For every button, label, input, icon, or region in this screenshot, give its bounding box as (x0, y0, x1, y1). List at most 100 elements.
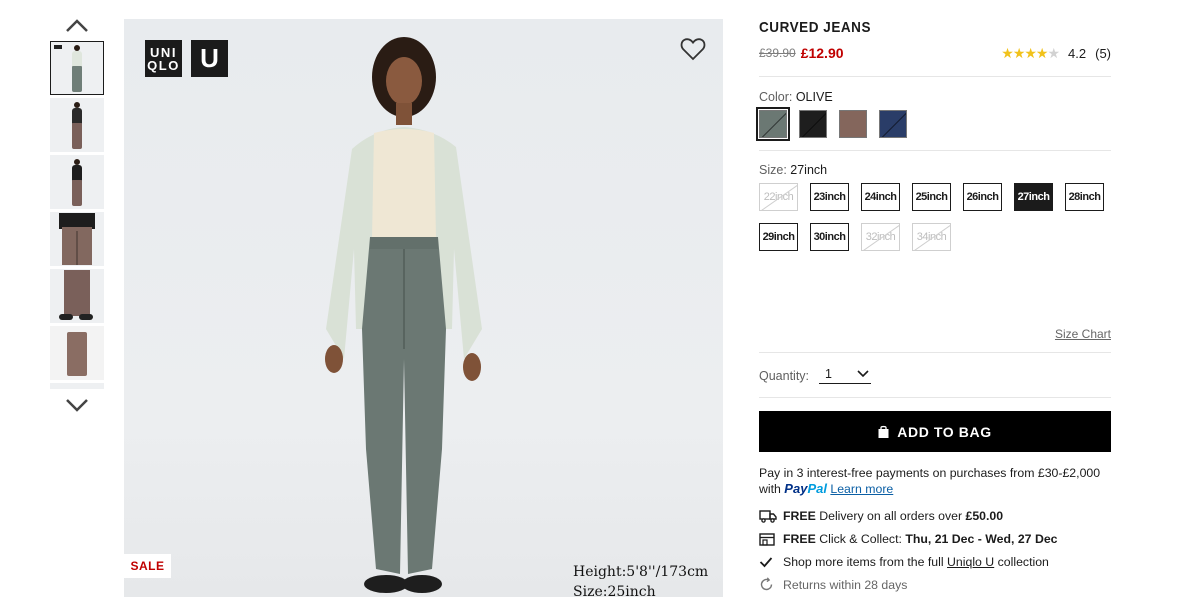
shop-more-row: Shop more items from the full Uniqlo U c… (759, 550, 1111, 573)
delivery-info: FREE Delivery on all orders over £50.00 … (759, 504, 1111, 596)
u-logo: U (191, 40, 228, 77)
color-swatches (756, 107, 1111, 141)
quantity-value: 1 (825, 367, 832, 381)
thumbnail-2[interactable] (50, 98, 104, 152)
review-count[interactable]: (5) (1095, 46, 1111, 61)
divider (759, 76, 1111, 77)
add-to-bag-label: ADD TO BAG (897, 423, 992, 440)
uniqlo-u-logo: UNI QLO U (145, 40, 228, 77)
free-label: FREE (783, 508, 816, 523)
thumbnail-4[interactable] (50, 212, 104, 266)
returns-icon (759, 577, 783, 592)
product-info-panel: CURVED JEANS £39.90 £12.90 ★★★★★ 4.2 (5)… (756, 19, 1111, 596)
quantity-label: Quantity: (759, 368, 810, 383)
sale-badge: SALE (124, 554, 171, 578)
original-price: £39.90 (759, 46, 796, 60)
chevron-up-icon (66, 19, 88, 32)
size-label-row: Size: 27inch (759, 163, 1111, 177)
size-option-28inch[interactable]: 28inch (1065, 183, 1104, 211)
thumbnail-list (48, 41, 106, 389)
thumb-legs (72, 180, 82, 206)
free-delivery-row: FREE Delivery on all orders over £50.00 (759, 504, 1111, 527)
truck-icon (759, 509, 783, 523)
chevron-down-icon (66, 399, 88, 412)
model-height-text: Height:5'8''/173cm (573, 564, 709, 580)
paypal-with: with (759, 482, 781, 496)
size-options: 22inch 23inch 24inch 25inch 26inch 27inch 28in… (759, 183, 1111, 251)
thumb-torso (72, 108, 82, 124)
add-to-bag-button[interactable]: ADD TO BAG (759, 411, 1111, 452)
size-option-22inch[interactable]: 22inch (759, 183, 798, 211)
rating-stars-icon: ★★★★★ (1001, 44, 1060, 61)
store-icon (759, 532, 783, 546)
thumb-torso (72, 51, 82, 67)
thumbnails-up-arrow[interactable] (48, 16, 106, 38)
delivery-threshold: £50.00 (965, 508, 1004, 523)
delivery-text: Delivery on all orders over (819, 508, 963, 523)
learn-more-link[interactable]: Learn more (830, 482, 893, 496)
rating-value: 4.2 (1068, 45, 1087, 61)
paypal-text: Pay in 3 interest-free payments on purch… (759, 466, 1101, 480)
thumb-legs (67, 332, 87, 376)
shop-more-text: Shop more items from the full (783, 554, 944, 569)
shop-more-suffix: collection (997, 554, 1049, 569)
divider (759, 397, 1111, 398)
uniqlo-logo: UNI QLO (145, 40, 182, 77)
thumbnail-6[interactable] (50, 326, 104, 380)
price-row: £39.90 £12.90 ★★★★★ 4.2 (5) (759, 45, 1111, 62)
returns-text: Returns within 28 days (783, 577, 908, 592)
swatch-brown[interactable] (839, 110, 867, 138)
thumbnail-3[interactable] (50, 155, 104, 209)
quantity-row: Quantity: 1 (759, 367, 1111, 384)
size-chart-link[interactable]: Size Chart (759, 327, 1111, 341)
size-option-23inch[interactable]: 23inch (810, 183, 849, 211)
checkmark-icon (759, 556, 783, 568)
main-product-image[interactable]: UNI QLO U SALE Height:5'8''/173cm Size:2… (124, 19, 723, 597)
swatch-black[interactable] (799, 110, 827, 138)
uniqlo-u-link[interactable]: Uniqlo U (947, 555, 994, 569)
model-size-text: Size:25inch (573, 584, 656, 597)
color-label-row: Color: OLIVE (759, 90, 1111, 104)
thumb-shoe (79, 314, 93, 320)
size-option-27inch[interactable]: 27inch (1014, 183, 1053, 211)
free-label: FREE (783, 531, 816, 546)
thumb-legs (72, 123, 82, 149)
thumbnails-down-arrow[interactable] (48, 395, 106, 417)
thumbnail-column (48, 16, 106, 417)
collect-dates: Thu, 21 Dec - Wed, 27 Dec (905, 531, 1058, 546)
rating[interactable]: ★★★★★ 4.2 (5) (1001, 45, 1111, 62)
swatch-olive[interactable] (756, 107, 790, 141)
size-option-24inch[interactable]: 24inch (861, 183, 900, 211)
returns-row: Returns within 28 days (759, 573, 1111, 596)
thumb-shoe (59, 314, 73, 320)
click-collect-text: Click & Collect: (819, 531, 902, 546)
thumb-torso (72, 165, 82, 181)
quantity-select[interactable]: 1 (819, 367, 872, 384)
thumbnail-7-partial[interactable] (50, 383, 104, 389)
size-option-34inch[interactable]: 34inch (912, 223, 951, 251)
model-figure (325, 37, 482, 593)
click-collect-row: FREE Click & Collect: Thu, 21 Dec - Wed,… (759, 527, 1111, 550)
model-caption: Height:5'8''/173cm Size:25inch (573, 562, 708, 597)
logo-text-bottom: QLO (147, 57, 180, 73)
thumb-legs (62, 227, 92, 265)
bag-icon (878, 425, 889, 438)
swatch-navy[interactable] (879, 110, 907, 138)
color-label: Color: (759, 90, 793, 104)
size-label: Size: (759, 163, 787, 177)
thumbnail-1[interactable] (50, 41, 104, 95)
thumbnail-5[interactable] (50, 269, 104, 323)
size-option-29inch[interactable]: 29inch (759, 223, 798, 251)
divider (759, 352, 1111, 353)
sale-price: £12.90 (800, 45, 844, 61)
size-option-32inch[interactable]: 32inch (861, 223, 900, 251)
thumb-legs (64, 270, 90, 316)
heart-icon[interactable] (679, 35, 707, 63)
size-option-25inch[interactable]: 25inch (912, 183, 951, 211)
size-option-26inch[interactable]: 26inch (963, 183, 1002, 211)
product-title: CURVED JEANS (759, 19, 872, 36)
divider (759, 150, 1111, 151)
size-option-30inch[interactable]: 30inch (810, 223, 849, 251)
thumb-legs (72, 66, 82, 92)
logo-text-top: UNI (150, 44, 177, 60)
